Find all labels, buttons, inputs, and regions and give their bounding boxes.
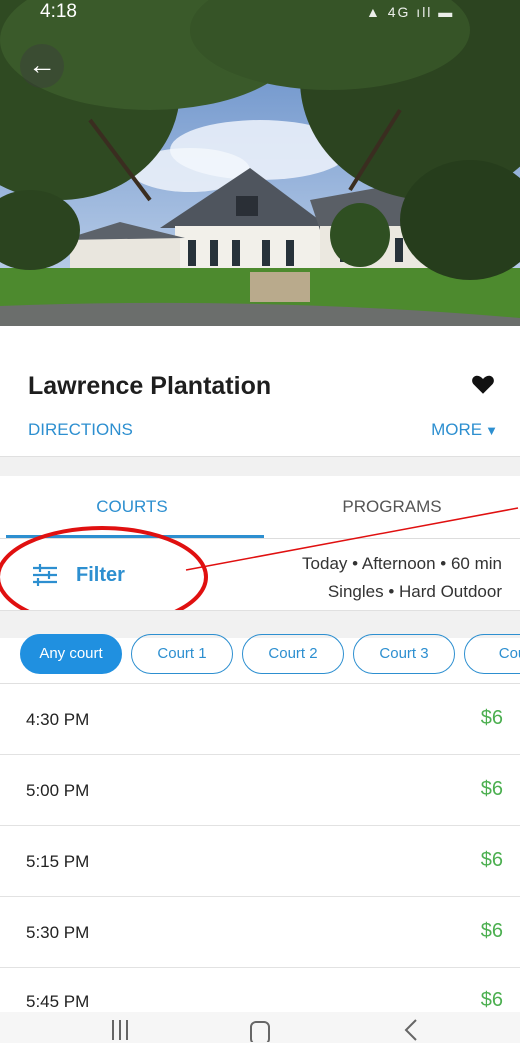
time-slot-row[interactable]: 4:30 PM $6 [0, 684, 520, 755]
system-nav-bar [0, 1012, 520, 1043]
slot-time: 5:45 PM [26, 992, 90, 1011]
heart-icon [472, 375, 494, 394]
arrow-left-icon: ← [28, 49, 56, 80]
filter-summary[interactable]: Today • Afternoon • 60 min Singles • Har… [302, 550, 502, 606]
more-button[interactable]: MORE ▼ [431, 420, 498, 440]
recent-apps-icon [112, 1020, 128, 1040]
more-label: MORE [431, 420, 483, 439]
status-bar: 4:18 ▲ 4G ıll ▬ [0, 0, 520, 24]
chip-court-2[interactable]: Court 2 [242, 634, 344, 674]
venue-title: Lawrence Plantation [28, 372, 272, 400]
back-icon [404, 1019, 417, 1041]
time-slot-row[interactable]: 5:00 PM $6 [0, 755, 520, 826]
slot-time: 5:30 PM [26, 923, 90, 942]
slot-time: 5:15 PM [26, 852, 90, 871]
slot-time: 4:30 PM [26, 710, 90, 729]
filter-button[interactable]: Filter [32, 560, 125, 590]
slot-price: $6 [480, 778, 503, 800]
filter-summary-line2: Singles • Hard Outdoor [327, 582, 502, 601]
nav-back-button[interactable] [392, 1014, 432, 1042]
home-button[interactable] [240, 1014, 280, 1043]
sliders-icon [33, 564, 57, 586]
court-chips: Any courtCourt 1Court 2Court 3Cour [20, 634, 520, 676]
time-slot-row[interactable]: 5:15 PM $6 [0, 826, 520, 897]
status-time: 4:18 [40, 1, 77, 22]
back-button[interactable]: ← [20, 44, 64, 88]
chevron-down-icon: ▼ [485, 423, 498, 438]
filter-summary-line1: Today • Afternoon • 60 min [302, 554, 502, 573]
slot-price: $6 [480, 707, 503, 729]
slot-price: $6 [480, 989, 503, 1011]
slot-time: 5:00 PM [26, 781, 90, 800]
directions-link[interactable]: DIRECTIONS [28, 420, 133, 440]
tab-programs[interactable]: PROGRAMS [264, 497, 520, 517]
section-divider [0, 456, 520, 476]
chip-court-4[interactable]: Cour [464, 634, 520, 674]
time-slot-row[interactable]: 5:30 PM $6 [0, 897, 520, 968]
tab-courts[interactable]: COURTS [0, 497, 264, 517]
slot-price: $6 [480, 849, 503, 871]
venue-photo: 4:18 ▲ 4G ıll ▬ ← [0, 0, 520, 326]
filter-label: Filter [76, 563, 125, 586]
recent-apps-button[interactable] [100, 1014, 140, 1042]
home-icon [250, 1021, 270, 1043]
status-icons: ▲ 4G ıll ▬ [366, 4, 455, 20]
favorite-button[interactable] [470, 371, 496, 397]
chip-court-3[interactable]: Court 3 [353, 634, 455, 674]
slot-price: $6 [480, 920, 503, 942]
chip-any-court[interactable]: Any court [20, 634, 122, 674]
tab-divider [0, 538, 520, 539]
chip-court-1[interactable]: Court 1 [131, 634, 233, 674]
